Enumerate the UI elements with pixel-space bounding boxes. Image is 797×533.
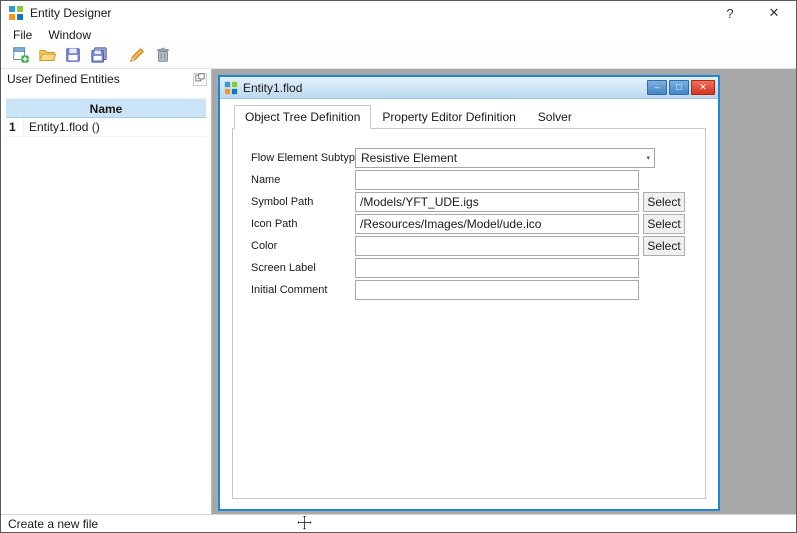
child-minimize-button[interactable]: – [647,80,667,95]
child-window-controls: – □ ✕ [647,80,715,95]
tab-solver[interactable]: Solver [527,105,583,129]
help-button[interactable]: ? [708,1,752,25]
user-defined-entities-panel: User Defined Entities Name 1 Entity1.flo… [1,69,212,514]
screen-label-label: Screen Label [251,261,316,274]
object-tree-definition-pane: Flow Element Subtype Resistive Element ▾… [232,128,706,499]
tab-property-editor-definition[interactable]: Property Editor Definition [371,105,526,129]
title-bar: Entity Designer ? ✕ [1,1,796,25]
child-title-bar[interactable]: Entity1.flod – □ ✕ [220,77,718,99]
trash-icon [154,46,172,67]
menu-file[interactable]: File [5,25,40,45]
chevron-down-icon: ▾ [646,154,650,162]
initial-comment-input[interactable] [355,279,639,300]
toolbar [1,45,796,69]
icon-path-label: Icon Path [251,217,298,230]
window-controls: ? ✕ [708,1,796,25]
window-close-button[interactable]: ✕ [752,1,796,25]
save-all-icon [90,46,108,67]
panel-title: User Defined Entities [7,72,120,86]
form-row-symbol-path: Symbol Path Select [251,191,705,212]
form-row-initial-comment: Initial Comment [251,279,705,300]
panel-header: User Defined Entities [1,69,211,89]
symbol-path-select-button[interactable]: Select [643,191,685,212]
flow-element-subtype-label: Flow Element Subtype [251,151,362,164]
tab-object-tree-definition[interactable]: Object Tree Definition [234,105,372,129]
name-input[interactable] [355,169,639,190]
open-folder-icon [38,46,57,67]
entity-table: Name 1 Entity1.flod () [6,98,206,137]
status-bar: Create a new file [1,514,796,532]
pencil-icon [128,46,146,67]
color-input[interactable] [355,235,639,256]
save-all-button[interactable] [87,46,111,68]
entity1-child-window: Entity1.flod – □ ✕ Object Tree Definitio… [218,75,720,511]
edit-button[interactable] [125,46,149,68]
child-window-title: Entity1.flod [243,80,303,95]
screen-label-input[interactable] [355,257,639,278]
app-icon [8,5,24,21]
save-file-button[interactable] [61,46,85,68]
row-entity-name: Entity1.flod () [29,120,100,134]
form-row-color: Color Select [251,235,705,256]
symbol-path-label: Symbol Path [251,195,314,208]
main-area: User Defined Entities Name 1 Entity1.flo… [1,69,796,514]
status-text: Create a new file [8,516,99,531]
menu-window[interactable]: Window [40,25,99,45]
open-file-button[interactable] [35,46,59,68]
icon-path-select-button[interactable]: Select [643,213,685,234]
table-row[interactable]: 1 Entity1.flod () [6,118,206,136]
color-select-button[interactable]: Select [643,235,685,256]
flow-element-subtype-select[interactable]: Resistive Element ▾ [355,147,655,168]
menu-bar: File Window [1,25,796,45]
float-window-icon [195,72,205,86]
name-label: Name [251,173,281,186]
child-close-button[interactable]: ✕ [691,80,715,95]
new-file-button[interactable] [9,46,33,68]
combo-selected-value: Resistive Element [361,150,458,165]
toolbar-separator [113,45,125,68]
symbol-path-input[interactable] [355,191,639,212]
form-row-screen-label: Screen Label [251,257,705,278]
color-label: Color [251,239,278,252]
entity-designer-window: Entity Designer ? ✕ File Window User Def… [0,0,797,533]
child-window-icon [224,81,238,95]
initial-comment-label: Initial Comment [251,283,328,296]
form-row-flow-element-subtype: Flow Element Subtype Resistive Element ▾ [251,147,705,168]
float-panel-button[interactable] [193,72,207,86]
form-row-icon-path: Icon Path Select [251,213,705,234]
form-row-name: Name [251,169,705,190]
delete-button[interactable] [151,46,175,68]
tab-widget: Object Tree Definition Property Editor D… [232,105,706,499]
tab-strip: Object Tree Definition Property Editor D… [232,105,706,129]
mdi-area: Entity1.flod – □ ✕ Object Tree Definitio… [212,69,796,514]
row-index: 1 [6,118,24,136]
window-title: Entity Designer [30,6,112,20]
move-cursor-icon [296,514,313,533]
save-icon [64,46,82,67]
table-header-name[interactable]: Name [6,98,206,118]
icon-path-input[interactable] [355,213,639,234]
new-file-icon [12,46,30,67]
child-maximize-button[interactable]: □ [669,80,689,95]
